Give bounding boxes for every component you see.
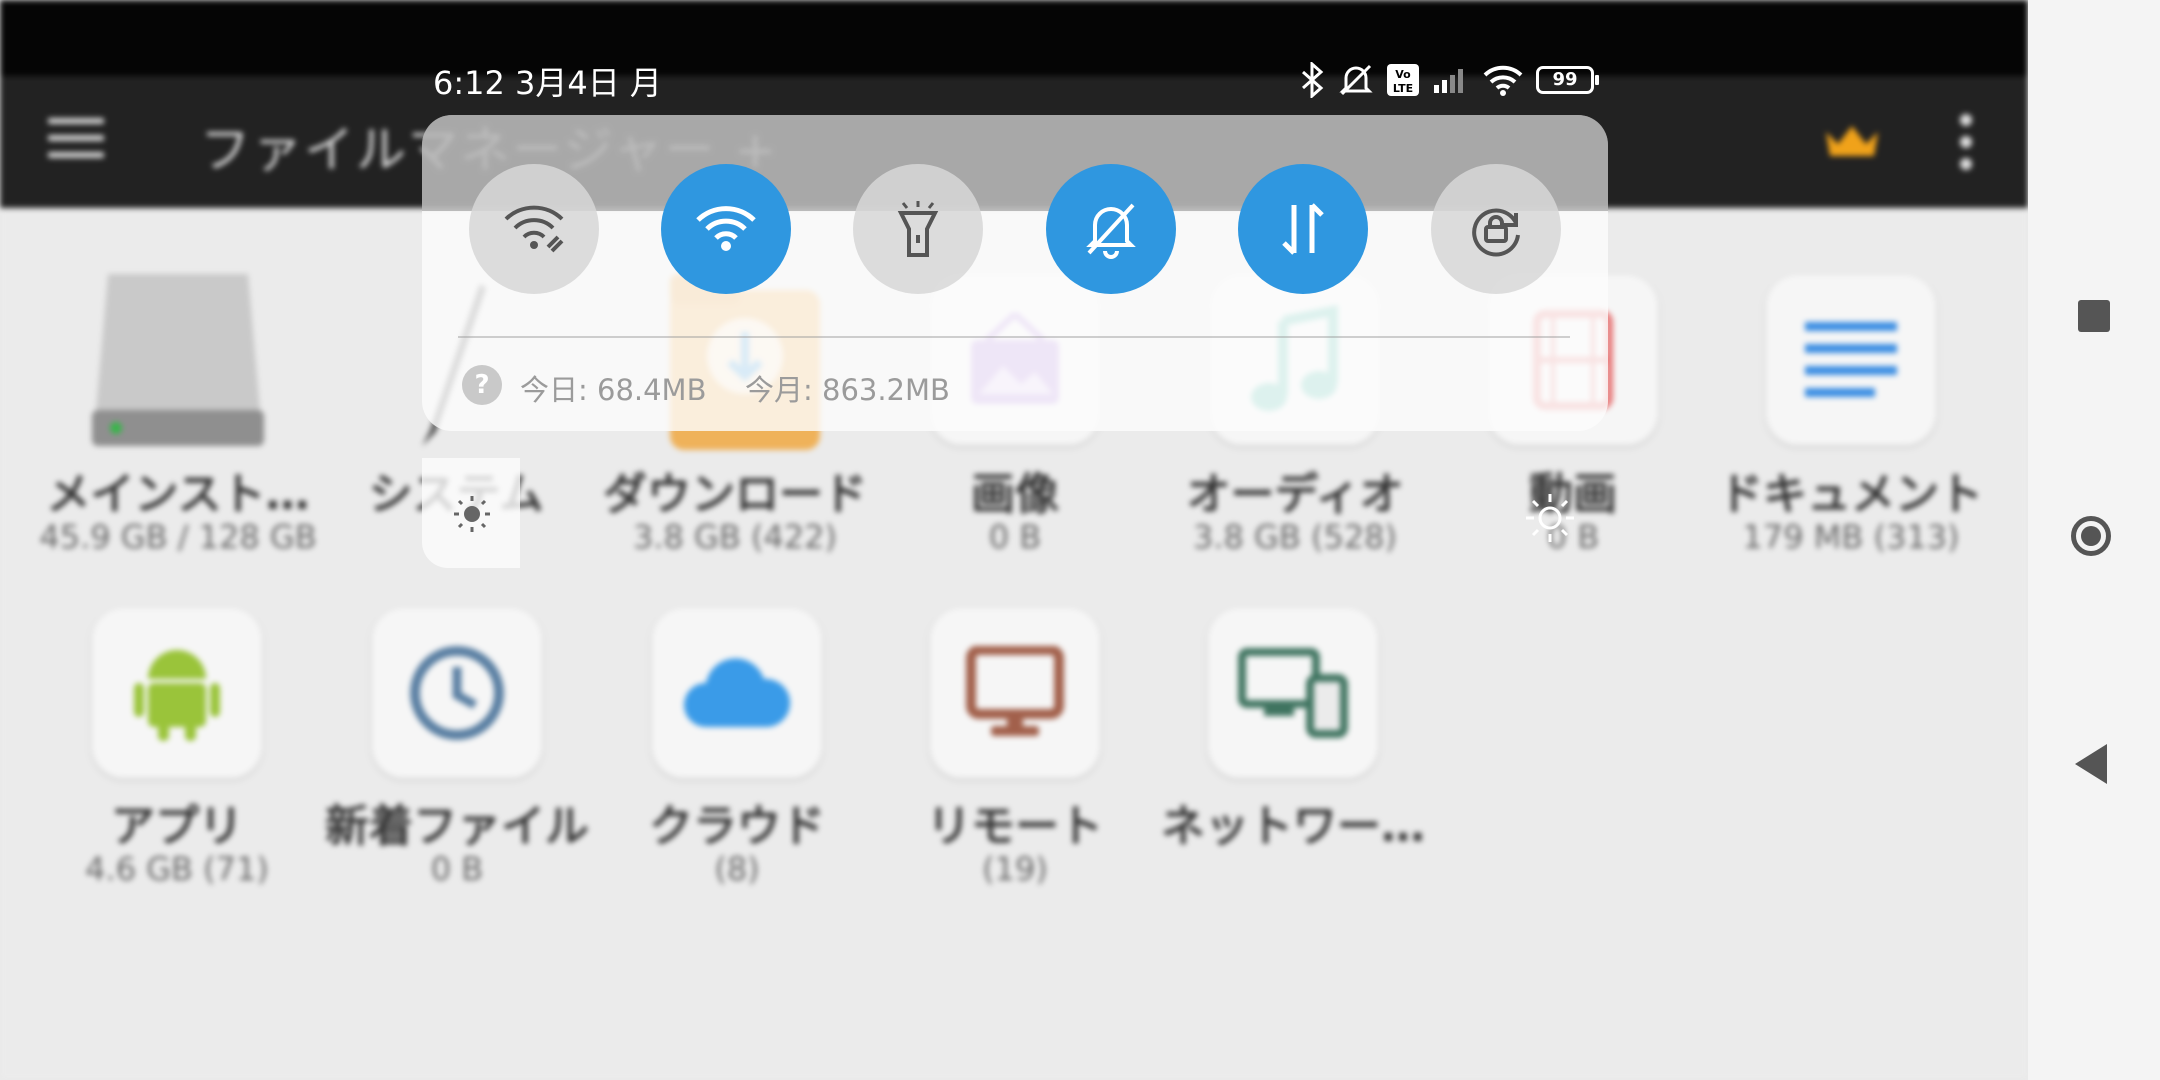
data-usage-today: 今日: 68.4MB	[520, 373, 707, 407]
help-icon[interactable]: ?	[462, 365, 502, 405]
brightness-high-icon	[1526, 494, 1574, 542]
rotation-lock-toggle[interactable]	[1431, 164, 1561, 294]
silent-bell-icon	[1339, 64, 1373, 96]
category-label: クラウド	[649, 801, 825, 852]
category-sub: 45.9 GB / 128 GB	[39, 518, 317, 556]
brightness-slider[interactable]	[422, 458, 520, 568]
android-icon	[134, 650, 220, 741]
category-sub: 4.6 GB (71)	[85, 850, 269, 888]
hard-drive-icon[interactable]	[88, 270, 268, 450]
category-sub: 0 B	[988, 518, 1042, 556]
more-vert-icon[interactable]	[1960, 114, 1976, 170]
devices-icon	[1238, 648, 1348, 738]
rotation-lock-icon	[1472, 208, 1520, 257]
cloud-tile[interactable]	[652, 608, 822, 778]
category-label: 画像	[971, 469, 1059, 520]
category-label: リモート	[927, 801, 1103, 852]
wifi-link-icon	[504, 205, 564, 253]
category-label: オーディオ	[1186, 469, 1404, 520]
category-label: ドキュメント	[1719, 469, 1983, 520]
category-sub: (8)	[714, 850, 760, 888]
home-icon[interactable]	[2071, 516, 2111, 556]
category-sub: 0 B	[430, 850, 484, 888]
category-label: ダウンロード	[603, 469, 867, 520]
apps-tile[interactable]	[92, 608, 262, 778]
category-sub: 179 MB (313)	[1742, 518, 1960, 556]
clock-icon	[410, 646, 504, 740]
hamburger-menu-icon[interactable]	[48, 118, 104, 166]
svg-text:LTE: LTE	[1393, 82, 1413, 95]
brightness-low-icon	[454, 496, 490, 532]
qs-divider	[458, 336, 1570, 338]
category-sub: 3.8 GB (422)	[632, 518, 838, 556]
silent-toggle[interactable]	[1046, 164, 1176, 294]
document-lines-icon	[1805, 322, 1897, 397]
bell-off-icon	[1086, 203, 1136, 259]
status-icons: Vo LTE 99	[1300, 58, 1599, 102]
status-time: 6:12 3月4日 月	[433, 64, 662, 102]
cloud-icon	[684, 658, 791, 727]
svg-text:Vo: Vo	[1395, 68, 1411, 81]
back-icon[interactable]	[2075, 744, 2107, 784]
quick-settings-panel: ? 今日: 68.4MB 今月: 863.2MB	[422, 115, 1608, 431]
recent-apps-icon[interactable]	[2078, 300, 2110, 332]
category-label: メインスト…	[46, 469, 310, 520]
mobile-data-toggle[interactable]	[1238, 164, 1368, 294]
flashlight-icon	[897, 201, 939, 257]
status-bar-background	[0, 0, 2028, 76]
wifi-status-icon	[1483, 65, 1523, 96]
battery-icon: 99	[1536, 66, 1599, 94]
category-sub: (19)	[982, 850, 1048, 888]
wifi-icon	[696, 206, 756, 251]
wifi-toggle[interactable]	[661, 164, 791, 294]
data-arrows-icon	[1282, 203, 1324, 255]
category-label: ネットワー…	[1161, 801, 1425, 852]
signal-icon	[1434, 69, 1463, 93]
documents-tile[interactable]	[1766, 275, 1936, 445]
network-tile[interactable]	[1208, 608, 1378, 778]
category-sub: 3.8 GB (528)	[1192, 518, 1398, 556]
monitor-icon	[966, 646, 1064, 736]
category-label: 新着ファイル	[325, 801, 589, 852]
remote-tile[interactable]	[930, 608, 1100, 778]
recent-files-tile[interactable]	[372, 608, 542, 778]
flashlight-toggle[interactable]	[853, 164, 983, 294]
bluetooth-icon	[1302, 62, 1324, 98]
crown-icon[interactable]	[1822, 122, 1882, 162]
data-usage-month: 今月: 863.2MB	[745, 373, 950, 407]
category-label: アプリ	[111, 801, 243, 852]
wifi-share-toggle[interactable]	[469, 164, 599, 294]
volte-icon: Vo LTE	[1387, 64, 1419, 96]
